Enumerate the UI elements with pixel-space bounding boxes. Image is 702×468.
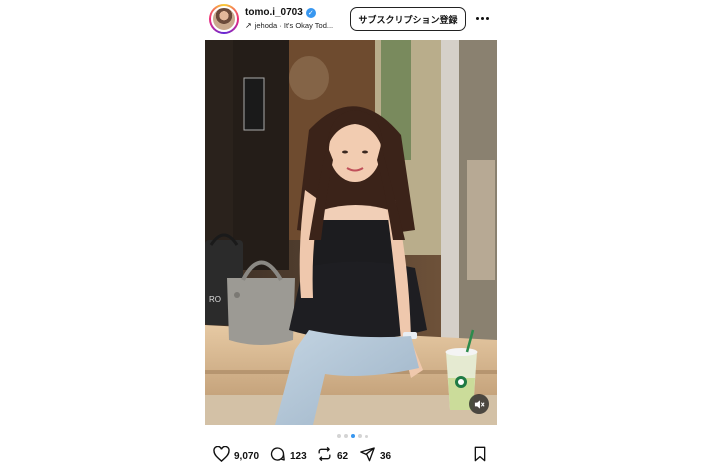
like-action: 9,070 <box>213 445 259 467</box>
action-bar: 9,070 123 62 36 <box>205 445 497 467</box>
username[interactable]: tomo.i_0703 <box>245 7 303 18</box>
music-text: jehoda · It's Okay Tod... <box>254 21 334 30</box>
carousel-dot <box>365 434 368 438</box>
repost-action: 62 <box>316 446 348 467</box>
repost-count[interactable]: 62 <box>337 451 348 462</box>
share-action: 36 <box>359 446 391 467</box>
mute-icon[interactable] <box>469 394 489 414</box>
share-count[interactable]: 36 <box>380 451 391 462</box>
photo-illustration: RO <box>205 40 497 425</box>
carousel-dot <box>337 434 341 438</box>
bookmark-icon[interactable] <box>473 446 487 467</box>
post-photo[interactable]: RO <box>205 40 497 425</box>
heart-icon[interactable] <box>213 445 230 467</box>
send-icon[interactable] <box>359 446 376 467</box>
username-row: tomo.i_0703 ✓ <box>245 7 316 18</box>
subscribe-button[interactable]: サブスクリプション登録 <box>350 7 466 31</box>
verified-badge-icon: ✓ <box>305 7 316 18</box>
like-count[interactable]: 9,070 <box>234 451 259 462</box>
arrow-up-right-icon: ↗ <box>245 21 252 30</box>
comment-count[interactable]: 123 <box>290 451 307 462</box>
svg-text:RO: RO <box>209 295 221 304</box>
instagram-post: tomo.i_0703 ✓ ↗ jehoda · It's Okay Tod..… <box>205 0 497 468</box>
music-info[interactable]: ↗ jehoda · It's Okay Tod... <box>245 21 333 30</box>
carousel-indicator <box>337 434 368 438</box>
avatar[interactable] <box>209 4 239 34</box>
comment-action: 123 <box>269 446 307 467</box>
repost-icon[interactable] <box>316 446 333 467</box>
comment-icon[interactable] <box>269 446 286 467</box>
carousel-dot <box>344 434 348 438</box>
post-header: tomo.i_0703 ✓ ↗ jehoda · It's Okay Tod..… <box>205 0 497 40</box>
carousel-dot-active <box>351 434 355 438</box>
more-options-icon[interactable] <box>473 9 491 27</box>
carousel-dot <box>358 434 362 438</box>
